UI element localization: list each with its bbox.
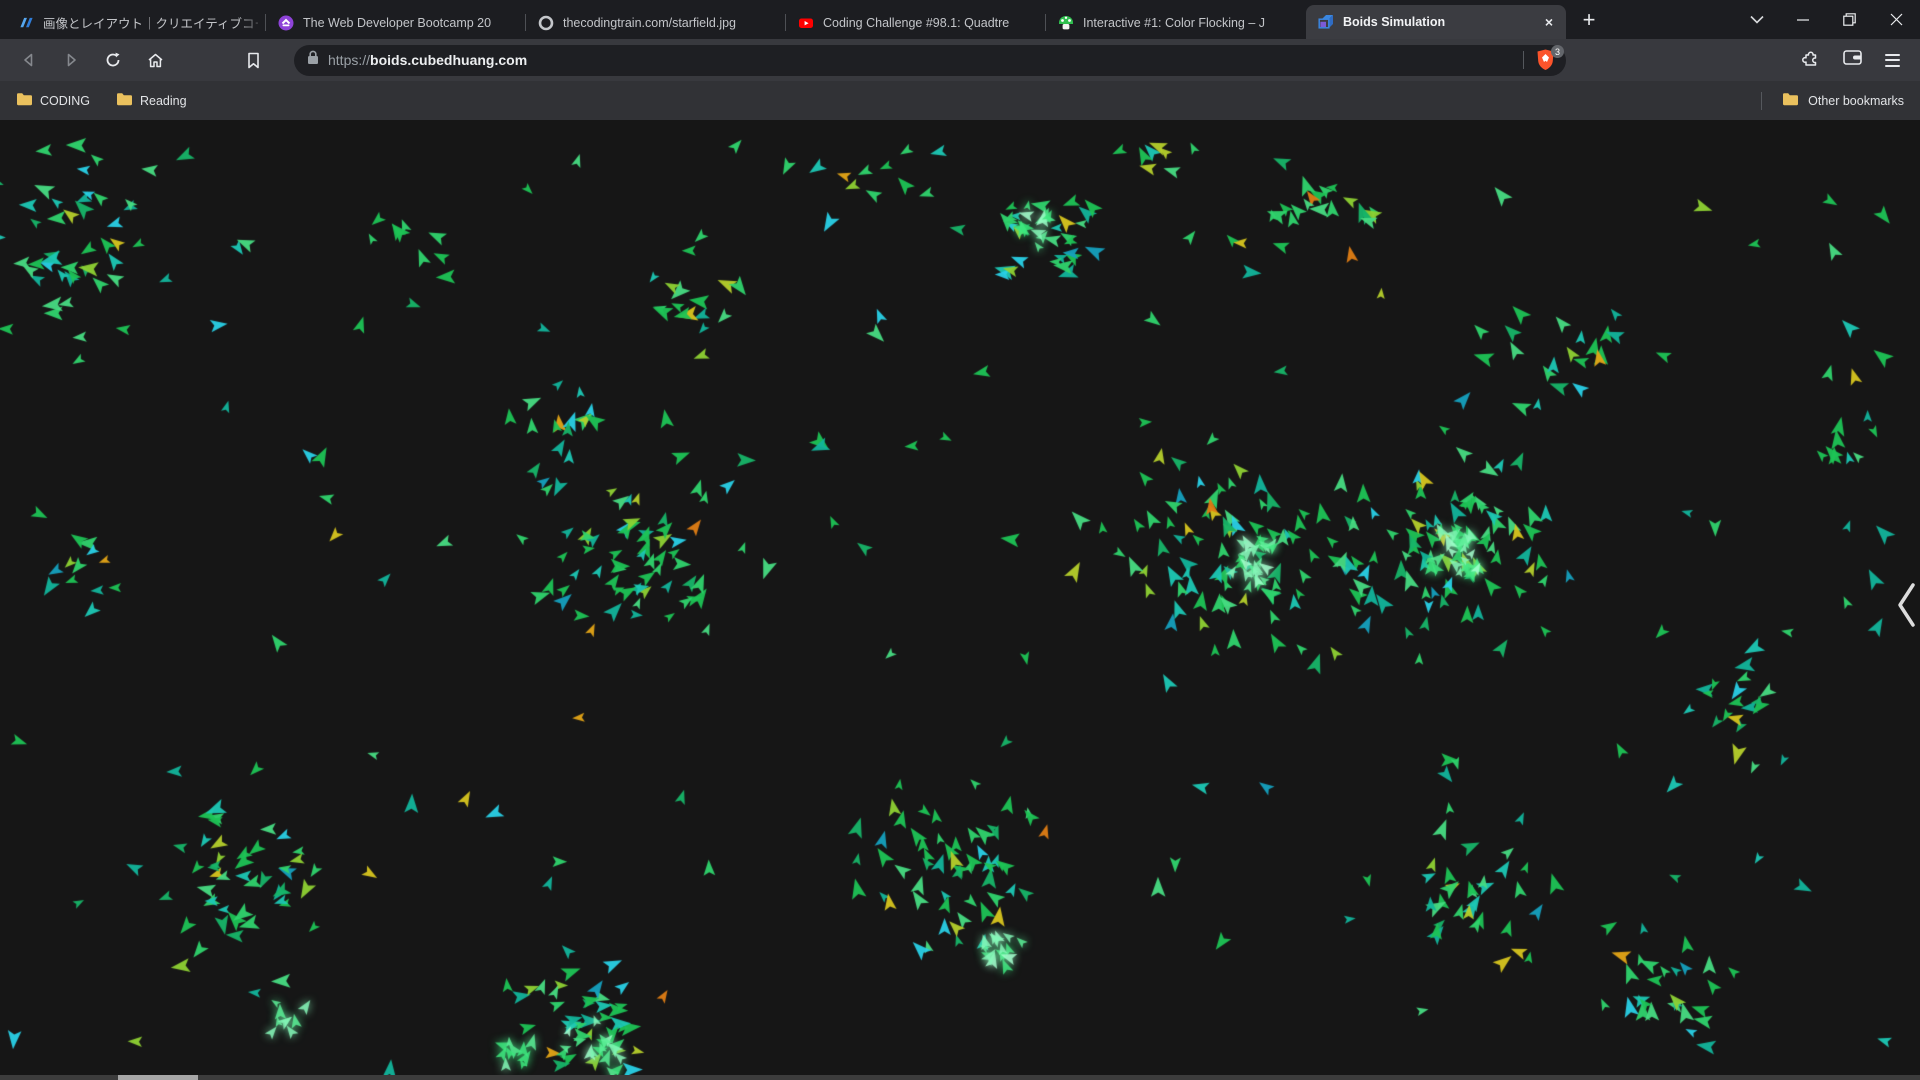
tab-title-fade <box>239 6 265 39</box>
minimize-button[interactable] <box>1779 0 1826 39</box>
tab-title: The Web Developer Bootcamp 20 <box>303 15 492 30</box>
boids-cube-icon <box>1318 14 1334 30</box>
mushroom-icon <box>1058 15 1074 31</box>
brave-shield-icon[interactable]: 3 <box>1536 45 1564 71</box>
tab-search-chevron-icon[interactable] <box>1735 0 1779 39</box>
tab-title-fade <box>759 6 785 39</box>
url-scheme: https:// <box>328 52 371 68</box>
bookmarks-divider <box>1761 91 1763 110</box>
home-button[interactable] <box>138 43 172 77</box>
reload-button[interactable] <box>96 43 130 77</box>
back-button[interactable] <box>12 43 46 77</box>
boids-canvas[interactable] <box>0 120 1920 1080</box>
urlbar-divider <box>1523 51 1524 69</box>
toolbar-right-icons <box>1802 48 1908 72</box>
url-host: boids.cubedhuang.com <box>370 52 528 68</box>
bookmarks-bar: CODING Reading Other bookmarks <box>0 81 1920 120</box>
panel-expand-chevron-icon[interactable] <box>1894 580 1918 630</box>
horizontal-scrollbar-track[interactable] <box>0 1075 1920 1080</box>
page-viewport <box>0 120 1920 1080</box>
toolbar: https://boids.cubedhuang.com 3 <box>0 39 1920 81</box>
folder-icon <box>16 92 32 109</box>
address-bar[interactable]: https://boids.cubedhuang.com 3 <box>294 44 1566 76</box>
bookmark-label: Reading <box>140 93 187 108</box>
hamburger-menu-icon[interactable] <box>1885 53 1900 67</box>
tab-creative-coding[interactable]: 画像とレイアウト｜クリエイティブコーデ <box>6 6 266 39</box>
tab-title: Coding Challenge #98.1: Quadtre <box>823 15 1010 30</box>
other-bookmarks[interactable]: Other bookmarks <box>1761 91 1904 110</box>
bookmark-folder-reading[interactable]: Reading <box>116 92 187 109</box>
tab-starfield-image[interactable]: thecodingtrain.com/starfield.jpg <box>526 6 786 39</box>
tab-title: 画像とレイアウト｜クリエイティブコーデ <box>43 17 258 31</box>
close-window-button[interactable] <box>1873 0 1920 39</box>
tab-boids-simulation[interactable]: Boids Simulation × <box>1306 5 1566 39</box>
extensions-puzzle-icon[interactable] <box>1802 48 1821 72</box>
horizontal-scrollbar-thumb[interactable] <box>118 1075 198 1080</box>
tab-close-icon[interactable]: × <box>1540 13 1558 31</box>
tab-title-fade <box>1019 6 1045 39</box>
other-bookmarks-label: Other bookmarks <box>1808 93 1904 108</box>
tab-title-fade <box>499 6 525 39</box>
wallet-icon[interactable] <box>1843 49 1863 71</box>
folder-icon <box>1782 92 1799 109</box>
tab-title: Boids Simulation <box>1343 15 1446 29</box>
bookmark-flag-icon[interactable] <box>236 43 270 77</box>
folder-icon <box>116 92 132 109</box>
slashes-icon <box>18 15 34 31</box>
github-icon <box>538 15 554 31</box>
shield-badge: 3 <box>1551 45 1564 58</box>
forward-button[interactable] <box>54 43 88 77</box>
tab-title: Interactive #1: Color Flocking – J <box>1083 15 1266 30</box>
lock-icon <box>307 50 319 70</box>
tab-color-flocking[interactable]: Interactive #1: Color Flocking – J <box>1046 6 1306 39</box>
tab-coding-challenge[interactable]: Coding Challenge #98.1: Quadtre <box>786 6 1046 39</box>
restore-button[interactable] <box>1826 0 1873 39</box>
new-tab-button[interactable]: + <box>1572 3 1606 37</box>
tab-title-fade <box>1279 6 1305 39</box>
tab-title: thecodingtrain.com/starfield.jpg <box>563 15 737 30</box>
bookmark-label: CODING <box>40 93 90 108</box>
bookmark-folder-coding[interactable]: CODING <box>16 92 90 109</box>
youtube-icon <box>798 15 814 31</box>
udemy-icon <box>278 15 294 31</box>
tab-strip: 画像とレイアウト｜クリエイティブコーデ The Web Developer Bo… <box>0 0 1920 39</box>
window-controls <box>1735 0 1920 39</box>
tab-udemy-bootcamp[interactable]: The Web Developer Bootcamp 20 <box>266 6 526 39</box>
